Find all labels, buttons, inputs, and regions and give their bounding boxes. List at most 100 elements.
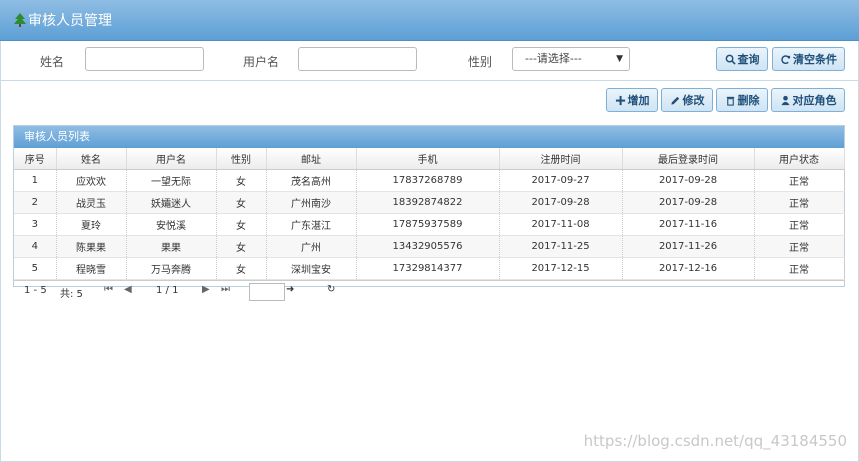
table-cell: 18392874822 — [356, 191, 500, 214]
table-cell: 应欢欢 — [56, 169, 127, 192]
column-header[interactable]: 姓名 — [56, 148, 127, 170]
column-header[interactable]: 邮址 — [266, 148, 357, 170]
clear-conditions-button[interactable]: 清空条件 — [772, 47, 845, 71]
table-cell: 女 — [216, 235, 267, 258]
table-cell: 安悦溪 — [126, 213, 217, 236]
table-cell: 程晓雪 — [56, 257, 127, 280]
table-row[interactable]: 5 程晓雪 万马奔腾 女 深圳宝安 17329814377 2017-12-15… — [14, 257, 845, 280]
column-header[interactable]: 用户状态 — [754, 148, 845, 170]
column-header[interactable]: 用户名 — [126, 148, 217, 170]
table-cell: 万马奔腾 — [126, 257, 217, 280]
add-button-label: 增加 — [627, 94, 650, 107]
add-button[interactable]: 增加 — [606, 88, 658, 112]
assign-role-button-label: 对应角色 — [792, 94, 837, 107]
table-cell: 战灵玉 — [56, 191, 127, 214]
page-info: 1 / 1 — [156, 285, 179, 296]
table-cell: 2017-12-16 — [622, 257, 755, 280]
table-cell: 女 — [216, 169, 267, 192]
column-header[interactable]: 注册时间 — [499, 148, 623, 170]
reviewer-table: 序号 姓名 用户名 性别 邮址 手机 注册时间 最后登录时间 用户状态 1 应欢… — [14, 148, 845, 280]
user-icon — [780, 95, 790, 105]
table-cell: 陈果果 — [56, 235, 127, 258]
grid-title: 审核人员列表 — [14, 126, 844, 148]
go-arrow-icon[interactable]: ➜ — [286, 284, 294, 295]
table-row[interactable]: 4 陈果果 果果 女 广州 13432905576 2017-11-25 201… — [14, 235, 845, 258]
edit-button[interactable]: 修改 — [661, 88, 713, 112]
table-cell: 17875937589 — [356, 213, 500, 236]
table-cell: 茂名高州 — [266, 169, 357, 192]
table-cell: 2017-09-28 — [622, 169, 755, 192]
table-cell: 正常 — [754, 213, 845, 236]
gender-select[interactable]: ---请选择--- ▼ — [512, 47, 630, 71]
table-row[interactable]: 1 应欢欢 一望无际 女 茂名高州 17837268789 2017-09-27… — [14, 169, 845, 192]
trash-icon — [726, 96, 734, 106]
table-cell: 广州南沙 — [266, 191, 357, 214]
username-label: 用户名 — [243, 55, 280, 69]
table-cell: 正常 — [754, 235, 845, 258]
tree-icon — [14, 13, 26, 27]
divider — [0, 80, 859, 81]
table-cell: 妖孀迷人 — [126, 191, 217, 214]
username-input[interactable] — [298, 47, 417, 71]
search-bar: 姓名 用户名 性别 ---请选择--- ▼ 查询 清空条件 — [0, 42, 859, 78]
table-cell: 2017-09-28 — [499, 191, 623, 214]
table-cell: 2017-11-16 — [622, 213, 755, 236]
table-cell: 2 — [14, 191, 57, 214]
table-cell: 正常 — [754, 191, 845, 214]
table-cell: 17329814377 — [356, 257, 500, 280]
clear-button-label: 清空条件 — [793, 53, 837, 66]
record-total: 共: 5 — [60, 289, 83, 300]
pencil-icon — [670, 96, 679, 105]
name-input[interactable] — [85, 47, 204, 71]
refresh-icon — [781, 54, 791, 64]
table-cell: 女 — [216, 257, 267, 280]
table-row[interactable]: 2 战灵玉 妖孀迷人 女 广州南沙 18392874822 2017-09-28… — [14, 191, 845, 214]
table-cell: 5 — [14, 257, 57, 280]
delete-button[interactable]: 删除 — [716, 88, 768, 112]
plus-icon — [615, 95, 625, 105]
pagination-bar: 1 - 5 共: 5 ⏮ ◀ 1 / 1 ▶ ⏭ ➜ ↻ — [14, 280, 844, 301]
assign-role-button[interactable]: 对应角色 — [771, 88, 845, 112]
table-cell: 正常 — [754, 169, 845, 192]
reload-icon[interactable]: ↻ — [327, 284, 335, 295]
column-header[interactable]: 序号 — [14, 148, 57, 170]
gender-select-value: ---请选择--- — [525, 52, 582, 65]
last-page-icon[interactable]: ⏭ — [221, 284, 230, 295]
prev-page-icon[interactable]: ◀ — [124, 284, 132, 295]
table-cell: 广东湛江 — [266, 213, 357, 236]
first-page-icon[interactable]: ⏮ — [104, 284, 113, 295]
table-cell: 正常 — [754, 257, 845, 280]
edit-button-label: 修改 — [682, 94, 705, 107]
query-button[interactable]: 查询 — [716, 47, 768, 71]
table-cell: 1 — [14, 169, 57, 192]
query-button-label: 查询 — [737, 53, 760, 66]
column-header[interactable]: 最后登录时间 — [622, 148, 755, 170]
delete-button-label: 删除 — [737, 94, 760, 107]
title-bar: 审核人员管理 — [0, 0, 859, 41]
column-header[interactable]: 性别 — [216, 148, 267, 170]
table-cell: 2017-11-25 — [499, 235, 623, 258]
table-cell: 4 — [14, 235, 57, 258]
watermark: https://blog.csdn.net/qq_43184550 — [583, 432, 847, 450]
table-cell: 17837268789 — [356, 169, 500, 192]
table-cell: 女 — [216, 213, 267, 236]
table-cell: 深圳宝安 — [266, 257, 357, 280]
table-cell: 一望无际 — [126, 169, 217, 192]
next-page-icon[interactable]: ▶ — [202, 284, 210, 295]
table-cell: 13432905576 — [356, 235, 500, 258]
column-header[interactable]: 手机 — [356, 148, 500, 170]
table-cell: 2017-11-08 — [499, 213, 623, 236]
page-title: 审核人员管理 — [28, 13, 112, 29]
table-cell: 3 — [14, 213, 57, 236]
record-range: 1 - 5 — [24, 285, 47, 296]
table-cell: 2017-11-26 — [622, 235, 755, 258]
table-cell: 广州 — [266, 235, 357, 258]
table-cell: 2017-12-15 — [499, 257, 623, 280]
table-row[interactable]: 3 夏玲 安悦溪 女 广东湛江 17875937589 2017-11-08 2… — [14, 213, 845, 236]
table-cell: 夏玲 — [56, 213, 127, 236]
search-icon — [725, 54, 736, 65]
page-number-input[interactable] — [249, 283, 285, 301]
gender-label: 性别 — [468, 55, 493, 69]
name-label: 姓名 — [40, 55, 65, 69]
reviewer-grid: 审核人员列表 序号 姓名 用户名 性别 邮址 手机 注册时间 最后登录时间 用户… — [13, 125, 845, 301]
